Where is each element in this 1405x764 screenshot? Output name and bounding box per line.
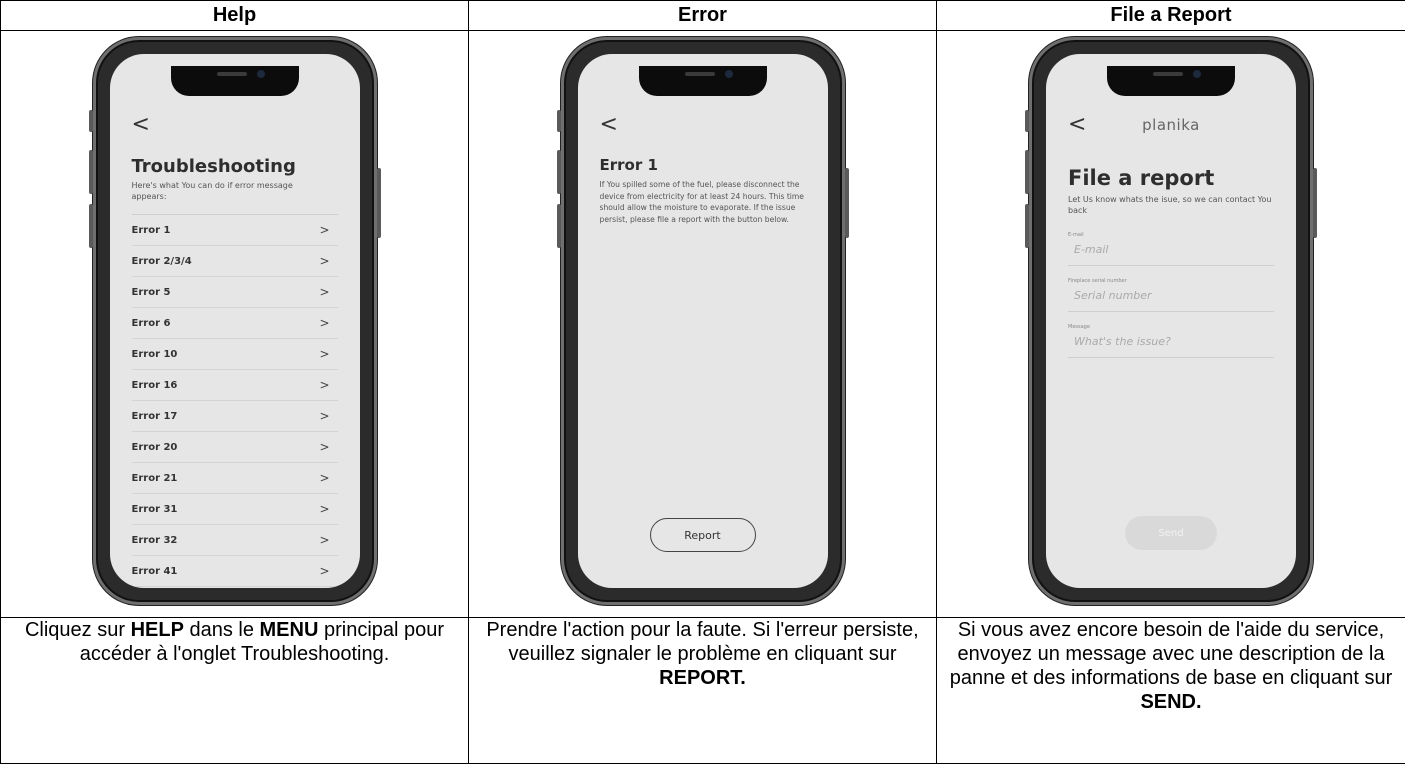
page-title: Error 1 — [600, 156, 658, 174]
chevron-right-icon: > — [319, 533, 329, 547]
chevron-right-icon: > — [319, 254, 329, 268]
error-list-item-label: Error 5 — [132, 287, 171, 298]
page-subtitle: Let Us know whats the isue, so we can co… — [1068, 194, 1273, 216]
message-placeholder: What's the issue? — [1074, 335, 1171, 348]
chevron-right-icon: > — [319, 223, 329, 237]
phone-side-button — [1313, 168, 1317, 238]
phone-screen: < Error 1 If You spilled some of the fue… — [578, 54, 828, 588]
phone-side-button — [89, 204, 93, 248]
error-list-item-label: Error 20 — [132, 442, 178, 453]
email-field[interactable]: E-mail E-mail — [1068, 232, 1274, 266]
phone-side-button — [89, 110, 93, 132]
email-label: E-mail — [1068, 232, 1084, 238]
chevron-right-icon: > — [319, 347, 329, 361]
chevron-right-icon: > — [319, 316, 329, 330]
page-title: Troubleshooting — [132, 156, 296, 177]
chevron-right-icon: > — [319, 471, 329, 485]
serial-number-label: Fireplace serial number — [1068, 278, 1127, 284]
caption-bold-text: REPORT. — [659, 667, 746, 689]
error-list-item-label: Error 31 — [132, 504, 178, 515]
chevron-right-icon: > — [319, 409, 329, 423]
caption-text: dans le — [184, 619, 260, 641]
phone-side-button — [557, 204, 561, 248]
phone-side-button — [557, 110, 561, 132]
phone-mockup-help: < Troubleshooting Here's what You can do… — [93, 37, 377, 605]
error-list-item[interactable]: Error 20 > — [132, 432, 338, 463]
error-list-item-label: Error 2/3/4 — [132, 256, 192, 267]
chevron-right-icon: > — [319, 285, 329, 299]
back-arrow-icon[interactable]: < — [600, 112, 618, 137]
phone-screen: < Troubleshooting Here's what You can do… — [110, 54, 360, 588]
help-phone-cell: < Troubleshooting Here's what You can do… — [1, 31, 469, 618]
error-description: If You spilled some of the fuel, please … — [600, 179, 806, 225]
app-logo: planika — [1046, 116, 1296, 134]
error-list-item-label: Error 10 — [132, 349, 178, 360]
send-button[interactable]: Send — [1125, 516, 1217, 550]
caption-text: Prendre l'action pour la faute. Si l'err… — [486, 619, 918, 665]
column-heading-error: Error — [469, 1, 937, 31]
caption-error: Prendre l'action pour la faute. Si l'err… — [469, 618, 937, 764]
phone-notch — [1107, 66, 1235, 96]
page-title: File a report — [1068, 166, 1214, 190]
chevron-right-icon: > — [319, 440, 329, 454]
phone-notch — [171, 66, 299, 96]
error-list-item[interactable]: Error 6 > — [132, 308, 338, 339]
caption-bold-text: MENU — [260, 619, 319, 641]
message-label: Message — [1068, 324, 1090, 330]
error-list-item[interactable]: Error 32 > — [132, 525, 338, 556]
error-list-item[interactable]: Error 31 > — [132, 494, 338, 525]
caption-bold-text: HELP — [131, 619, 184, 641]
chevron-right-icon: > — [319, 564, 329, 578]
phone-side-button — [845, 168, 849, 238]
column-heading-help: Help — [1, 1, 469, 31]
email-placeholder: E-mail — [1074, 243, 1109, 256]
error-list-item-label: Error 1 — [132, 225, 171, 236]
error-list-item-label: Error 21 — [132, 473, 178, 484]
phone-side-button — [1025, 110, 1029, 132]
caption-text: Cliquez sur — [25, 619, 131, 641]
phone-side-button — [89, 150, 93, 194]
serial-number-field[interactable]: Fireplace serial number Serial number — [1068, 278, 1274, 312]
error-list-item-label: Error 32 — [132, 535, 178, 546]
phone-side-button — [1025, 150, 1029, 194]
error-list-item-label: Error 6 — [132, 318, 171, 329]
error-list-item-label: Error 16 — [132, 380, 178, 391]
error-list-item[interactable]: Error 21 > — [132, 463, 338, 494]
back-arrow-icon[interactable]: < — [132, 112, 150, 137]
error-list: Error 1>Error 2/3/4>Error 5>Error 6>Erro… — [132, 214, 338, 587]
phone-side-button — [557, 150, 561, 194]
report-button[interactable]: Report — [650, 518, 756, 552]
phone-mockup-report: < planika File a report Let Us know what… — [1029, 37, 1313, 605]
caption-text: Si vous avez encore besoin de l'aide du … — [950, 619, 1393, 689]
error-list-item[interactable]: Error 17 > — [132, 401, 338, 432]
error-list-item[interactable]: Error 1 > — [132, 215, 338, 246]
caption-report: Si vous avez encore besoin de l'aide du … — [937, 618, 1405, 764]
error-list-item[interactable]: Error 41 > — [132, 556, 338, 587]
error-list-item-label: Error 41 — [132, 566, 178, 577]
phone-side-button — [1025, 204, 1029, 248]
phone-side-button — [377, 168, 381, 238]
report-phone-cell: < planika File a report Let Us know what… — [937, 31, 1405, 618]
error-list-item[interactable]: Error 2/3/4 > — [132, 246, 338, 277]
caption-help: Cliquez sur HELP dans le MENU principal … — [1, 618, 469, 764]
phone-screen: < planika File a report Let Us know what… — [1046, 54, 1296, 588]
instruction-table: Help Error File a Report < Troubleshooti… — [0, 0, 1405, 764]
error-list-item-label: Error 17 — [132, 411, 178, 422]
phone-mockup-error: < Error 1 If You spilled some of the fue… — [561, 37, 845, 605]
chevron-right-icon: > — [319, 378, 329, 392]
column-heading-report: File a Report — [937, 1, 1405, 31]
error-list-item[interactable]: Error 10 > — [132, 339, 338, 370]
error-list-item[interactable]: Error 16 > — [132, 370, 338, 401]
page-subtitle: Here's what You can do if error message … — [132, 180, 312, 202]
error-phone-cell: < Error 1 If You spilled some of the fue… — [469, 31, 937, 618]
chevron-right-icon: > — [319, 502, 329, 516]
error-list-item[interactable]: Error 5 > — [132, 277, 338, 308]
phone-notch — [639, 66, 767, 96]
caption-bold-text: SEND. — [1140, 691, 1201, 713]
serial-number-placeholder: Serial number — [1074, 289, 1152, 302]
message-field[interactable]: Message What's the issue? — [1068, 324, 1274, 358]
